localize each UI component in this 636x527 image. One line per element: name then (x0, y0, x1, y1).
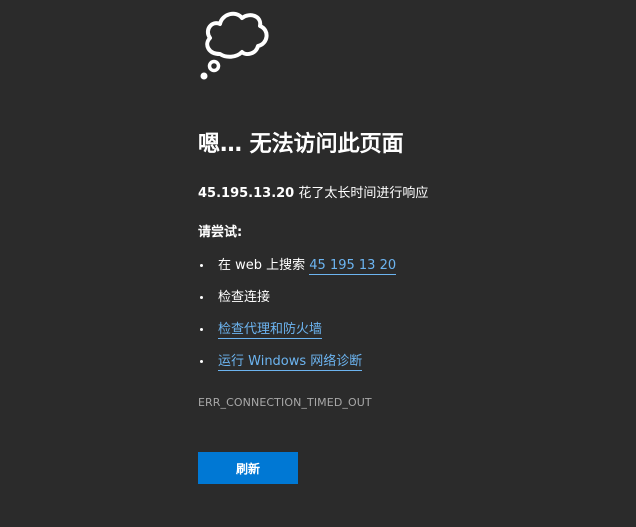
suggestion-check-connection: 检查连接 (198, 287, 396, 319)
suggestion-check-connection-text: 检查连接 (218, 290, 271, 305)
suggestion-search: 在 web 上搜索 45 195 13 20 (198, 255, 397, 287)
check-proxy-firewall-link[interactable]: 检查代理和防火墙 (218, 322, 323, 339)
page-title: 嗯… 无法访问此页面 (198, 132, 404, 157)
bullet-icon (200, 296, 203, 299)
try-label: 请尝试: (198, 225, 243, 240)
host-address: 45.195.13.20 (198, 186, 295, 201)
thought-cloud-icon (200, 11, 269, 80)
search-host-link[interactable]: 45 195 13 20 (309, 258, 397, 275)
bullet-icon (200, 360, 203, 363)
error-code: ERR_CONNECTION_TIMED_OUT (198, 396, 372, 409)
error-message: 45.195.13.20 花了太长时间进行响应 (198, 184, 428, 204)
suggestion-search-text: 在 web 上搜索 (218, 258, 310, 273)
network-diagnostics-link[interactable]: 运行 Windows 网络诊断 (218, 354, 363, 371)
error-message-text: 花了太长时间进行响应 (294, 186, 429, 201)
suggestion-list: 在 web 上搜索 45 195 13 20 检查连接 检查代理和防火墙 运行 … (198, 255, 397, 383)
refresh-button[interactable]: 刷新 (198, 452, 298, 484)
suggestion-check-proxy: 检查代理和防火墙 (198, 319, 396, 351)
bullet-icon (200, 328, 203, 331)
suggestion-network-diagnostics: 运行 Windows 网络诊断 (198, 351, 396, 383)
bullet-icon (200, 264, 203, 267)
